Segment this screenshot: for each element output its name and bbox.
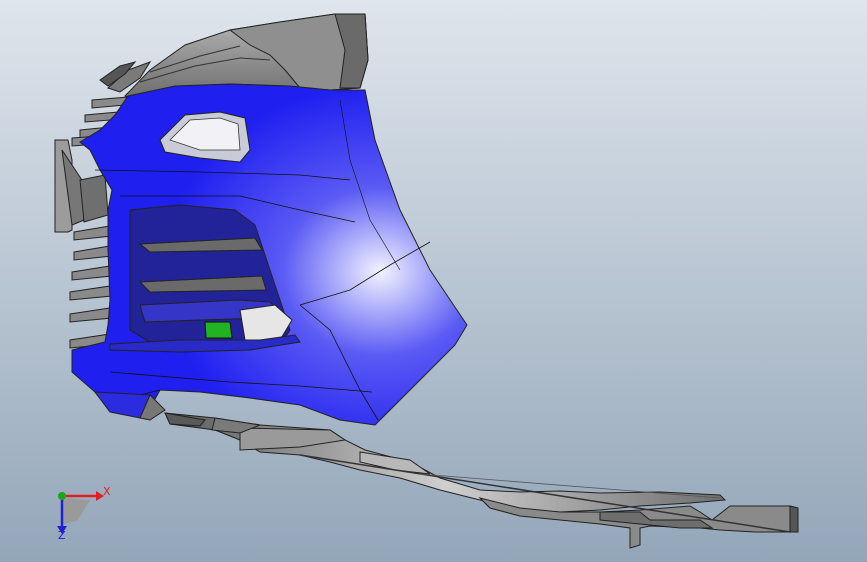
green-clip[interactable] (204, 321, 233, 339)
cad-viewport[interactable]: X Z (0, 0, 867, 562)
model-canvas[interactable] (0, 0, 867, 562)
